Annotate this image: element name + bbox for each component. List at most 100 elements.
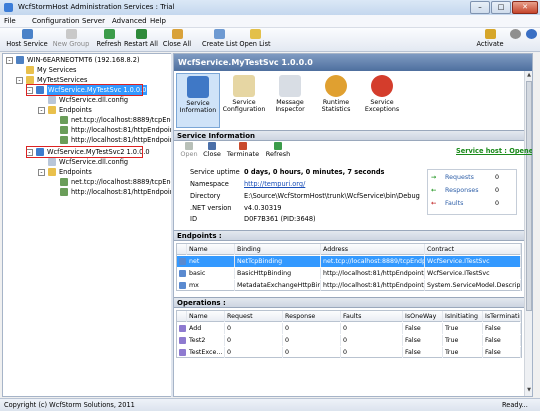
section-header-endpoints: Endpoints : <box>174 230 524 241</box>
panel-title: WcfService.MyTestSvc 1.0.0.0 <box>178 58 313 67</box>
id-label: ID <box>190 215 198 223</box>
host-service-button[interactable]: Host Service <box>6 29 48 51</box>
new-group-button[interactable]: New Group <box>50 29 92 51</box>
folder-icon <box>26 76 34 84</box>
status-bar: Copyright (c) WcfStorm Solutions, 2011 R… <box>0 398 540 411</box>
tab-message-inspector[interactable]: Message Inspector <box>268 73 312 128</box>
operation-icon <box>179 349 186 356</box>
refresh-icon <box>103 29 115 39</box>
key-icon <box>484 29 496 39</box>
menu-advanced[interactable]: Advanced <box>112 17 147 25</box>
id-value: D0F7B361 (PID:3648) <box>244 215 316 223</box>
window-title: WcfStormHost Administration Services : T… <box>18 3 175 11</box>
column-header[interactable]: Faults <box>341 311 403 322</box>
menu-server[interactable]: Server <box>82 17 105 25</box>
scroll-up-icon[interactable]: ▲ <box>526 72 532 79</box>
app-window: WcfStormHost Administration Services : T… <box>0 0 540 411</box>
stat-requests: → Requests 0 <box>431 174 500 181</box>
activate-button[interactable]: Activate <box>475 29 505 51</box>
inspector-icon <box>279 75 301 97</box>
endpoint-icon <box>179 282 186 289</box>
tab-service-configuration[interactable]: Service Configuration <box>222 73 266 128</box>
table-row[interactable]: TestExce... 0 0 0 False True False <box>177 347 521 358</box>
tree-expander[interactable]: - <box>26 87 33 94</box>
folder-icon <box>48 168 56 176</box>
close-all-button[interactable]: Close All <box>160 29 194 51</box>
arrow-left-icon: ← <box>431 200 437 207</box>
maximize-button[interactable]: □ <box>491 1 511 14</box>
help-icon <box>525 29 537 39</box>
endpoint-icon <box>60 188 68 196</box>
play-icon <box>185 142 193 150</box>
table-row[interactable]: Test2 0 0 0 False True False <box>177 335 521 346</box>
menu-help[interactable]: Help <box>150 17 166 25</box>
tab-service-exceptions[interactable]: Service Exceptions <box>360 73 404 128</box>
tree-expander[interactable]: - <box>38 169 45 176</box>
tree-expander[interactable]: - <box>38 107 45 114</box>
service-tree[interactable]: - WIN-6EARNEOTMT6 (192.168.8.2) My Servi… <box>2 53 172 397</box>
stats-box: → Requests 0 ← Responses 0 ← Faults 0 <box>427 169 517 215</box>
endpoint-icon <box>60 136 68 144</box>
close-service-button[interactable]: Close <box>202 142 222 161</box>
column-header[interactable]: Request <box>225 311 283 322</box>
host-service-icon <box>21 29 33 39</box>
settings-button[interactable] <box>508 29 522 51</box>
gear-icon <box>509 29 521 39</box>
table-row[interactable]: Add 0 0 0 False True False <box>177 323 521 334</box>
tree-expander[interactable]: - <box>16 77 23 84</box>
section-header-operations: Operations : <box>174 297 524 308</box>
tab-runtime-statistics[interactable]: Runtime Statistics <box>314 73 358 128</box>
table-row[interactable]: basic BasicHttpBinding http://localhost:… <box>177 268 521 279</box>
endpoint-icon <box>179 258 186 265</box>
terminate-button[interactable]: Terminate <box>226 142 260 161</box>
refresh-button[interactable]: Refresh <box>94 29 124 51</box>
close-button[interactable]: ✕ <box>512 1 538 14</box>
config-icon <box>233 75 255 97</box>
net-version-label: .NET version <box>190 204 232 212</box>
operation-icon <box>179 325 186 332</box>
pause-icon <box>208 142 216 150</box>
minimize-button[interactable]: – <box>470 1 490 14</box>
open-button[interactable]: Open <box>179 142 199 161</box>
open-list-button[interactable]: Open List <box>238 29 272 51</box>
column-header[interactable]: Response <box>283 311 341 322</box>
ready-status: Ready... <box>502 401 528 409</box>
arrow-right-icon: → <box>431 174 437 181</box>
menu-file[interactable]: File <box>4 17 16 25</box>
stop-icon <box>239 142 247 150</box>
table-header: Name Request Response Faults IsOneWay Is… <box>177 311 521 322</box>
uptime-value: 0 days, 0 hours, 0 minutes, 7 seconds <box>244 168 385 176</box>
column-header[interactable]: Name <box>187 311 225 322</box>
tree-expander[interactable]: - <box>6 57 13 64</box>
operation-icon <box>179 337 186 344</box>
column-header[interactable]: IsInitiating <box>443 311 483 322</box>
scroll-thumb[interactable] <box>526 81 532 311</box>
vertical-scrollbar[interactable]: ▲ ▼ <box>524 71 532 396</box>
copyright-text: Copyright (c) WcfStorm Solutions, 2011 <box>4 401 135 409</box>
uptime-label: Service uptime <box>190 168 240 176</box>
toolbar: Host Service New Group Refresh Restart A… <box>0 28 540 52</box>
table-row[interactable]: mx MetadataExchangeHttpBinding http://lo… <box>177 280 521 291</box>
section-header-service-info: Service Information <box>174 130 524 141</box>
column-header[interactable]: Contract <box>425 244 521 255</box>
menu-bar: File Configuration Server Advanced Help <box>0 15 540 28</box>
net-version-value: v4.0.30319 <box>244 204 282 212</box>
tree-expander[interactable]: - <box>26 149 33 156</box>
title-bar: WcfStormHost Administration Services : T… <box>0 0 540 15</box>
help-button[interactable] <box>524 29 538 51</box>
column-header[interactable]: Binding <box>235 244 321 255</box>
column-header[interactable]: IsOneWay <box>403 311 443 322</box>
menu-configuration[interactable]: Configuration <box>32 17 79 25</box>
table-row[interactable]: net NetTcpBinding net.tcp://localhost:88… <box>177 256 521 267</box>
column-header[interactable]: IsTerminating <box>483 311 521 322</box>
refresh-info-button[interactable]: Refresh <box>264 142 292 161</box>
create-list-button[interactable]: Create List <box>202 29 238 51</box>
column-header[interactable]: Address <box>321 244 425 255</box>
scroll-down-icon[interactable]: ▼ <box>526 387 532 394</box>
tab-service-information[interactable]: Service Information <box>176 73 220 128</box>
column-header[interactable]: Name <box>187 244 235 255</box>
namespace-link[interactable]: http://tempuri.org/ <box>244 180 305 188</box>
folder-icon <box>48 106 56 114</box>
open-list-icon <box>249 29 261 39</box>
restart-all-button[interactable]: Restart All <box>124 29 158 51</box>
